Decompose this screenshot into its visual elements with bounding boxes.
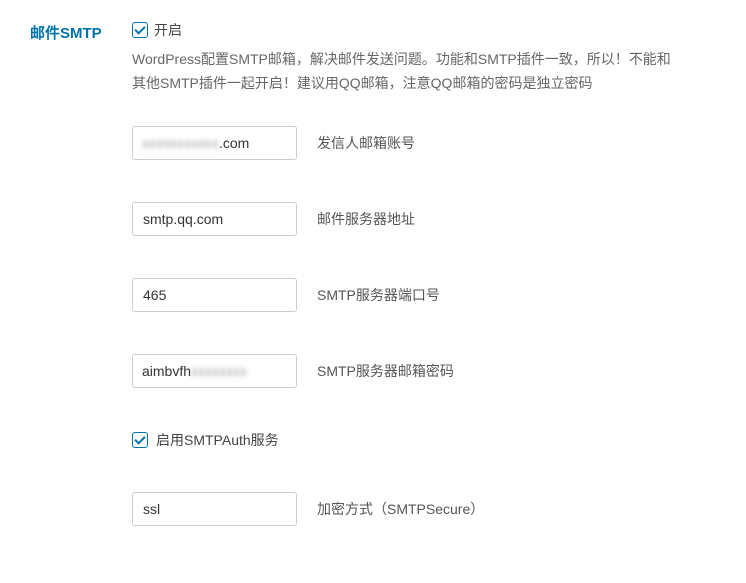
server-input[interactable] <box>132 202 297 236</box>
smtp-auth-label: 启用SMTPAuth服务 <box>156 430 279 450</box>
password-input[interactable] <box>132 354 297 388</box>
secure-input[interactable] <box>132 492 297 526</box>
section-description: WordPress配置SMTP邮箱，解决邮件发送问题。功能和SMTP插件一致，所… <box>132 48 672 96</box>
enable-label: 开启 <box>154 20 182 40</box>
port-input[interactable] <box>132 278 297 312</box>
port-label: SMTP服务器端口号 <box>317 285 440 305</box>
smtp-auth-checkbox[interactable] <box>132 432 148 448</box>
server-label: 邮件服务器地址 <box>317 209 415 229</box>
sender-email-label: 发信人邮箱账号 <box>317 133 415 153</box>
secure-label: 加密方式（SMTPSecure） <box>317 499 484 519</box>
section-title: 邮件SMTP <box>30 25 102 42</box>
enable-checkbox[interactable] <box>132 22 148 38</box>
sender-email-input[interactable] <box>132 126 297 160</box>
password-label: SMTP服务器邮箱密码 <box>317 361 454 381</box>
